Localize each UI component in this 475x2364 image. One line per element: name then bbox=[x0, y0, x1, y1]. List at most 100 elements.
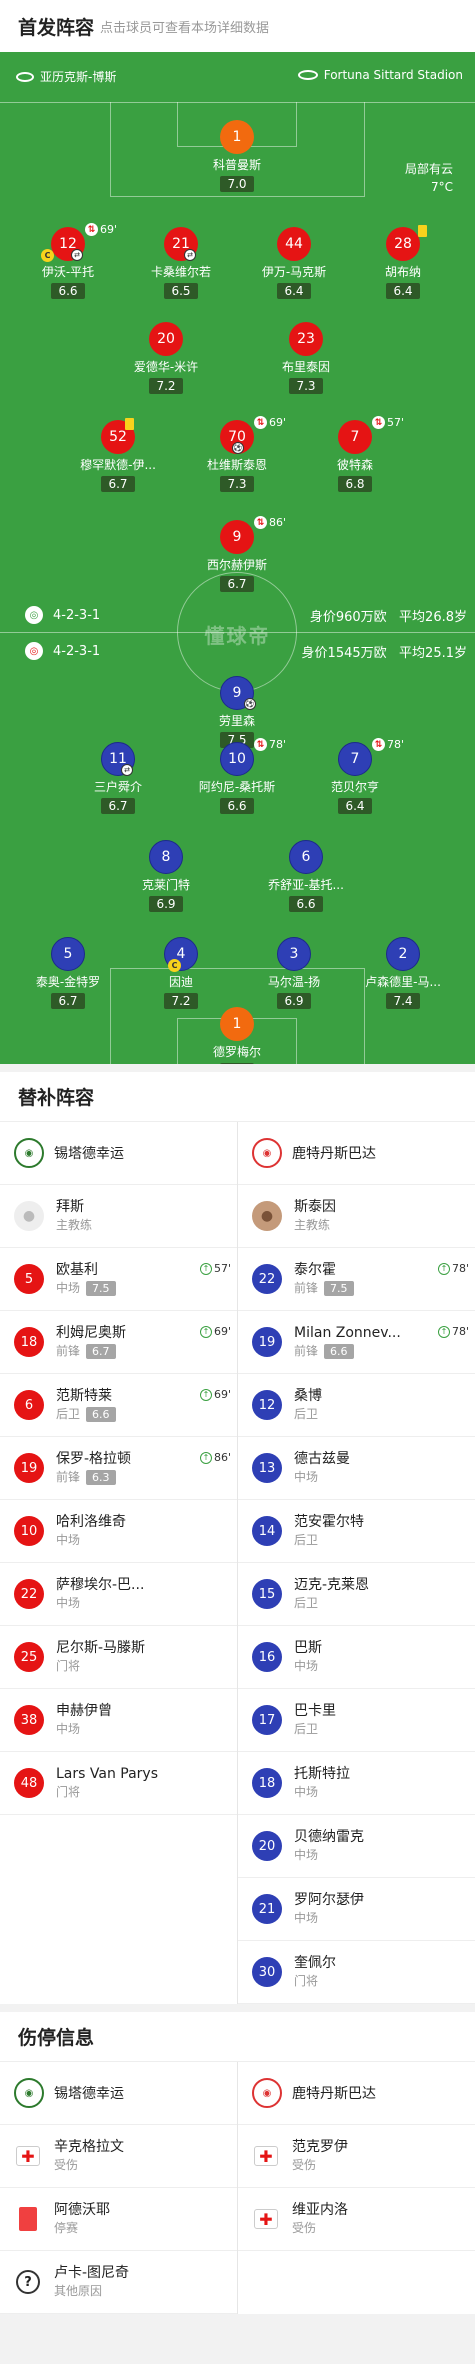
home-player[interactable]: 1 科普曼斯 7.0 bbox=[182, 120, 292, 192]
sub-player-row[interactable]: 21 罗阿尔瑟伊 中场 bbox=[238, 1878, 475, 1941]
sub-player-row[interactable]: 20 贝德纳雷克 中场 bbox=[238, 1815, 475, 1878]
injury-row[interactable]: ✚ 范克罗伊 受伤 bbox=[238, 2125, 475, 2188]
sub-player-row[interactable]: 18 利姆尼奥斯 前锋 6.7 ↑ 69' bbox=[0, 1311, 237, 1374]
player-position: 后卫 bbox=[294, 1594, 369, 1612]
home-team-row[interactable]: ◉ 锡塔德幸运 bbox=[0, 1122, 237, 1185]
home-player[interactable]: 23 布里泰因 7.3 bbox=[251, 322, 361, 394]
sub-player-row[interactable]: 22 泰尔霍 前锋 7.5 ↑ 78' bbox=[238, 1248, 475, 1311]
sub-player-row[interactable]: 16 巴斯 中场 bbox=[238, 1626, 475, 1689]
sub-minute: 69' bbox=[213, 1325, 231, 1338]
player-rating: 6.4 bbox=[277, 283, 311, 299]
sub-in-icon: ↑ bbox=[437, 1325, 450, 1338]
away-coach-row[interactable]: ● 斯泰因 主教练 bbox=[238, 1185, 475, 1248]
home-player[interactable]: 20 爱德华-米许 7.2 bbox=[111, 322, 221, 394]
player-rating: 6.7 bbox=[86, 1344, 116, 1359]
home-player[interactable]: 9 西尔赫伊斯 6.7 ⇅ 86' bbox=[182, 516, 292, 592]
away-team-row[interactable]: ◉ 鹿特丹斯巴达 bbox=[238, 1122, 475, 1185]
away-player[interactable]: 1 德罗梅尔 6.3 bbox=[182, 1007, 292, 1064]
home-player[interactable]: 70 杜维斯泰恩 7.3 ⇅ 69' ⚽ bbox=[182, 416, 292, 492]
injury-status: 其他原因 bbox=[54, 2284, 103, 2298]
player-name: 克莱门特 bbox=[141, 878, 190, 892]
sub-player-row[interactable]: 25 尼尔斯-马滕斯 门将 bbox=[0, 1626, 237, 1689]
away-team-row[interactable]: ◉ 鹿特丹斯巴达 bbox=[238, 2062, 475, 2125]
home-team-logo-icon: ◎ bbox=[25, 606, 43, 624]
away-formation-row: ◎ 4-2-3-1 bbox=[25, 642, 100, 660]
home-team-logo-icon: ◉ bbox=[14, 1138, 44, 1168]
position-text: 门将 bbox=[56, 1785, 81, 1799]
weather-desc: 局部有云 bbox=[404, 162, 453, 176]
injury-row[interactable]: ? 卢卡-图尼奇 其他原因 bbox=[0, 2251, 237, 2314]
player-position: 后卫 6.6 bbox=[56, 1405, 116, 1423]
position-text: 前锋 bbox=[294, 1281, 319, 1295]
away-player[interactable]: 8 克莱门特 6.9 bbox=[111, 840, 221, 912]
player-name: 乔舒亚-基托... bbox=[268, 878, 344, 892]
away-player[interactable]: 7 范贝尔亨 6.4 ⇅ 78' bbox=[300, 738, 410, 814]
home-team-logo-icon: ◉ bbox=[14, 2078, 44, 2108]
injury-row[interactable]: ✚ 辛克格拉文 受伤 bbox=[0, 2125, 237, 2188]
sub-player-row[interactable]: 5 欧基利 中场 7.5 ↑ 57' bbox=[0, 1248, 237, 1311]
player-name: 桑博 bbox=[294, 1388, 322, 1404]
player-info: 欧基利 中场 7.5 bbox=[56, 1261, 116, 1297]
player-info: 奎佩尔 门将 bbox=[294, 1954, 336, 1990]
home-team-name: 锡塔德幸运 bbox=[54, 2086, 124, 2102]
position-text: 中场 bbox=[56, 1533, 81, 1547]
player-name: 奎佩尔 bbox=[294, 1955, 336, 1971]
sub-player-row[interactable]: 48 Lars Van Parys 门将 bbox=[0, 1752, 237, 1815]
sub-player-row[interactable]: 30 奎佩尔 门将 bbox=[238, 1941, 475, 2004]
player-info: Lars Van Parys 门将 bbox=[56, 1765, 158, 1801]
sub-player-row[interactable]: 10 哈利洛维奇 中场 bbox=[0, 1500, 237, 1563]
home-coach-row[interactable]: ● 拜斯 主教练 bbox=[0, 1185, 237, 1248]
home-player[interactable]: 12 伊沃-平托 6.6 ⇅ 69' C ⇄ bbox=[13, 223, 123, 299]
player-rating: 7.5 bbox=[324, 1281, 354, 1296]
sub-player-row[interactable]: 18 托斯特拉 中场 bbox=[238, 1752, 475, 1815]
home-player[interactable]: 52 穆罕默德-伊... 6.7 bbox=[63, 418, 173, 492]
medical-kit-icon: ✚ bbox=[252, 2205, 280, 2233]
player-number: 19 bbox=[14, 1453, 44, 1483]
sub-player-row[interactable]: 22 萨穆埃尔-巴... 中场 bbox=[0, 1563, 237, 1626]
sub-player-row[interactable]: 38 申赫伊曾 中场 bbox=[0, 1689, 237, 1752]
sub-player-row[interactable]: 19 Milan Zonnev... 前锋 6.6 ↑ 78' bbox=[238, 1311, 475, 1374]
injury-row[interactable]: ✚ 维亚内洛 受伤 bbox=[238, 2188, 475, 2251]
player-info: 保罗-格拉顿 前锋 6.3 bbox=[56, 1450, 131, 1486]
away-team-name: 鹿特丹斯巴达 bbox=[292, 2086, 376, 2102]
player-info: 巴斯 中场 bbox=[294, 1639, 322, 1675]
player-number: 18 bbox=[252, 1768, 282, 1798]
substitution-event: ⇅ 69' bbox=[254, 416, 286, 429]
player-position: 中场 bbox=[56, 1594, 144, 1612]
away-player[interactable]: 3 马尔温-扬 6.9 bbox=[239, 937, 349, 1009]
player-rating: 6.6 bbox=[51, 283, 85, 299]
sub-player-row[interactable]: 12 桑博 后卫 bbox=[238, 1374, 475, 1437]
sub-player-row[interactable]: 17 巴卡里 后卫 bbox=[238, 1689, 475, 1752]
sub-out-icon: ⇅ bbox=[254, 516, 267, 529]
away-player[interactable]: 5 泰奥-金特罗 6.7 bbox=[13, 937, 123, 1009]
sub-minute: 78' bbox=[387, 738, 405, 751]
away-player[interactable]: 2 卢森德里-马... 7.4 bbox=[348, 937, 458, 1009]
sub-player-row[interactable]: 19 保罗-格拉顿 前锋 6.3 ↑ 86' bbox=[0, 1437, 237, 1500]
player-number: 1 bbox=[220, 1007, 254, 1041]
away-player[interactable]: 4 因迪 7.2 C bbox=[126, 937, 236, 1009]
away-player[interactable]: 11 三户舜介 6.7 ⇄ bbox=[63, 742, 173, 814]
away-player[interactable]: 6 乔舒亚-基托... 6.6 bbox=[251, 840, 361, 912]
home-player[interactable]: 44 伊万-马克斯 6.4 bbox=[239, 227, 349, 299]
sub-player-row[interactable]: 14 范安霍尔特 后卫 bbox=[238, 1500, 475, 1563]
sub-player-row[interactable]: 15 迈克-克莱恩 后卫 bbox=[238, 1563, 475, 1626]
sub-player-row[interactable]: 13 德古兹曼 中场 bbox=[238, 1437, 475, 1500]
sub-player-row[interactable]: 6 范斯特莱 后卫 6.6 ↑ 69' bbox=[0, 1374, 237, 1437]
injury-row[interactable]: 阿德沃耶 停赛 bbox=[0, 2188, 237, 2251]
injury-info: 辛克格拉文 受伤 bbox=[54, 2138, 124, 2174]
home-player[interactable]: 21 卡桑维尔若 6.5 ⇄ bbox=[126, 227, 236, 299]
player-number: 5 bbox=[51, 937, 85, 971]
player-rating: 7.3 bbox=[220, 476, 254, 492]
weather: 局部有云 7°C bbox=[405, 160, 453, 196]
home-team-row[interactable]: ◉ 锡塔德幸运 bbox=[0, 2062, 237, 2125]
player-position: 中场 bbox=[294, 1783, 350, 1801]
player-position: 中场 bbox=[294, 1657, 322, 1675]
sub-in-icon: ↑ bbox=[199, 1325, 212, 1338]
player-name: 泰奥-金特罗 bbox=[35, 975, 101, 989]
player-number: 25 bbox=[14, 1642, 44, 1672]
home-player[interactable]: 7 彼特森 6.8 ⇅ 57' bbox=[300, 416, 410, 492]
sub-in-icon: ↑ bbox=[199, 1388, 212, 1401]
home-player[interactable]: 28 胡布纳 6.4 bbox=[348, 225, 458, 299]
away-player[interactable]: 10 阿约尼-桑托斯 6.6 ⇅ 78' bbox=[182, 738, 292, 814]
player-number: 28 bbox=[386, 227, 420, 261]
